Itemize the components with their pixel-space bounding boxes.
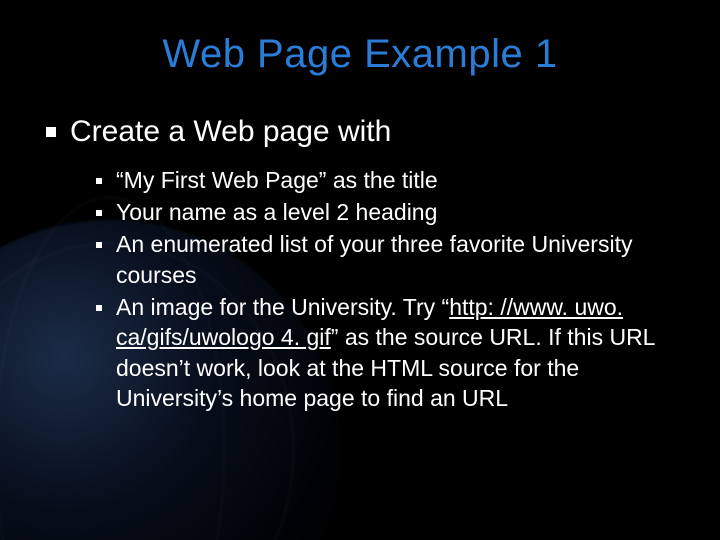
bullet-level1-text: Create a Web page with <box>70 113 391 151</box>
bullet-level1: Create a Web page with <box>46 113 680 151</box>
small-square-bullet-icon <box>96 242 102 248</box>
bullet-level2-text: Your name as a level 2 heading <box>116 197 437 227</box>
square-bullet-icon <box>46 127 56 137</box>
slide-content: Web Page Example 1 Create a Web page wit… <box>0 0 720 540</box>
text-prefix: An image for the University. Try “ <box>116 294 449 320</box>
small-square-bullet-icon <box>96 178 102 184</box>
bullet-level2-text: “My First Web Page” as the title <box>116 165 438 195</box>
bullet-level2-item: Your name as a level 2 heading <box>96 197 680 227</box>
bullet-level2-text: An image for the University. Try “http: … <box>116 292 680 413</box>
small-square-bullet-icon <box>96 210 102 216</box>
bullet-level2-item: “My First Web Page” as the title <box>96 165 680 195</box>
bullet-level2-list: “My First Web Page” as the title Your na… <box>96 165 680 414</box>
bullet-level2-item: An image for the University. Try “http: … <box>96 292 680 413</box>
bullet-level2-item: An enumerated list of your three favorit… <box>96 229 680 290</box>
bullet-level2-text: An enumerated list of your three favorit… <box>116 229 680 290</box>
small-square-bullet-icon <box>96 305 102 311</box>
slide-title: Web Page Example 1 <box>40 32 680 77</box>
